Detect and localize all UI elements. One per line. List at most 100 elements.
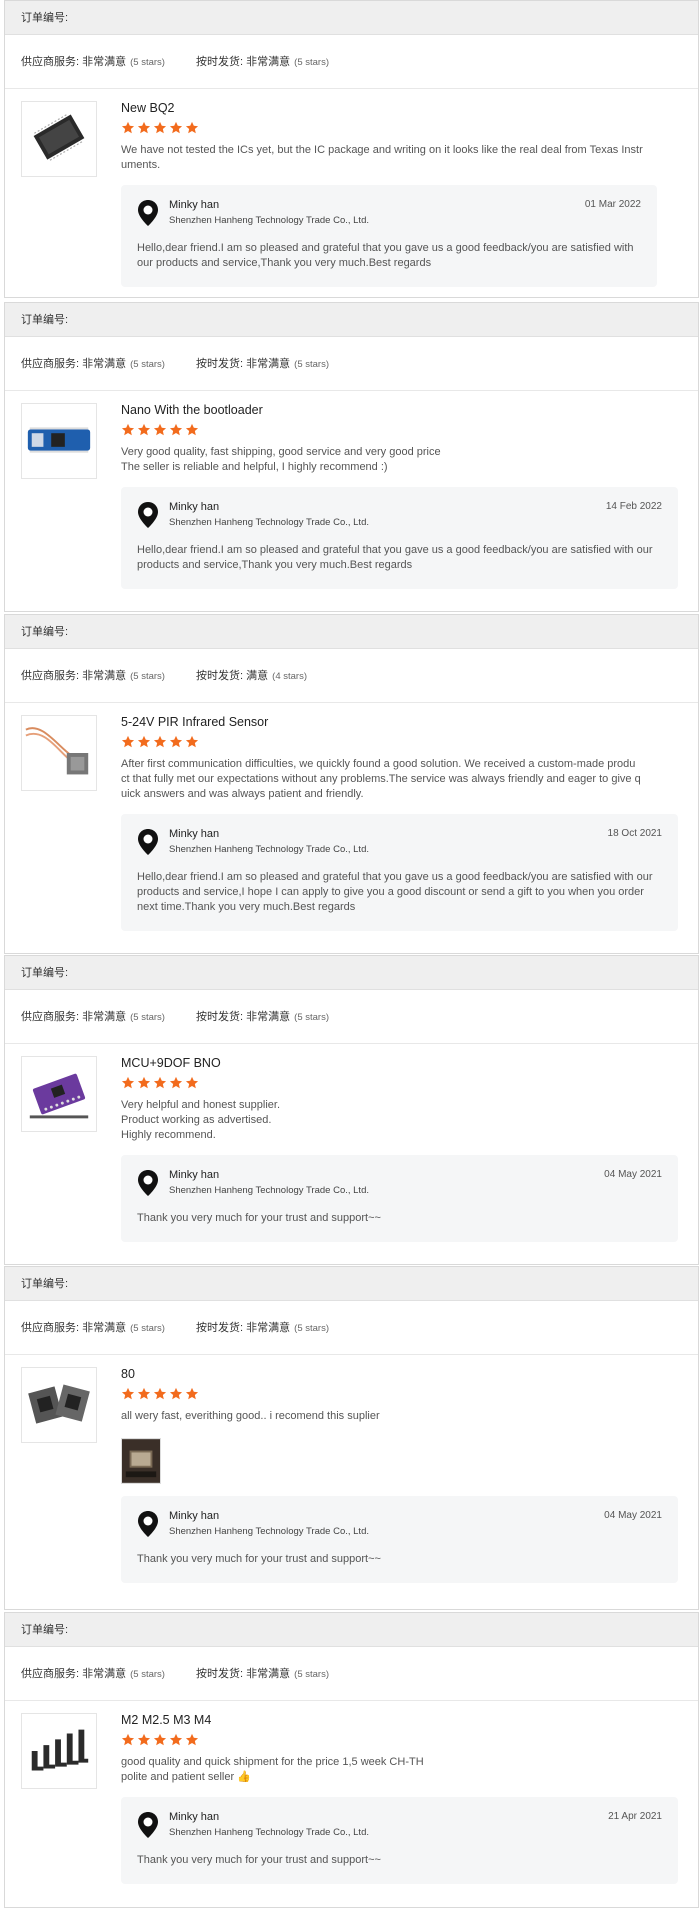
- star-icon: [169, 423, 183, 436]
- review-photo[interactable]: [121, 1438, 161, 1484]
- product-title[interactable]: 80: [121, 1367, 678, 1381]
- star-icon: [121, 423, 135, 436]
- seller-reply: Minky han Shenzhen Hanheng Technology Tr…: [121, 1496, 678, 1583]
- star-icon: [137, 1387, 151, 1400]
- star-icon: [169, 1733, 183, 1746]
- delivery-stars-note: (5 stars): [294, 1012, 329, 1023]
- star-icon: [137, 423, 151, 436]
- star-icon: [121, 735, 135, 748]
- star-rating: [121, 1387, 678, 1403]
- product-thumbnail[interactable]: [21, 1056, 97, 1132]
- delivery-stars-note: (5 stars): [294, 1669, 329, 1680]
- product-title[interactable]: 5-24V PIR Infrared Sensor: [121, 715, 678, 729]
- delivery-rating: 非常满意: [246, 1668, 291, 1680]
- delivery-rating: 非常满意: [246, 358, 291, 370]
- order-number-label: 订单编号:: [5, 1267, 698, 1301]
- seller-company: Shenzhen Hanheng Technology Trade Co., L…: [169, 1526, 369, 1537]
- reply-text: Thank you very much for your trust and s…: [137, 1553, 381, 1565]
- seller-company: Shenzhen Hanheng Technology Trade Co., L…: [169, 215, 369, 226]
- seller-reply: Minky han Shenzhen Hanheng Technology Tr…: [121, 185, 657, 287]
- on-time-label: 按时发货:: [196, 1322, 244, 1334]
- seller-name: Minky han: [169, 1169, 220, 1181]
- product-thumbnail[interactable]: [21, 403, 97, 479]
- supplier-service-label: 供应商服务:: [21, 670, 80, 682]
- product-title[interactable]: MCU+9DOF BNO: [121, 1056, 678, 1070]
- seller-name: Minky han: [169, 199, 220, 211]
- product-title[interactable]: M2 M2.5 M3 M4: [121, 1713, 678, 1727]
- supplier-rating: 非常满意: [82, 56, 127, 68]
- on-time-label: 按时发货:: [196, 358, 244, 370]
- supplier-rating: 非常满意: [82, 358, 127, 370]
- reply-text: Hello,dear friend.I am so pleased and gr…: [137, 544, 653, 571]
- review-text: Very helpful and honest supplier. Produc…: [121, 1099, 281, 1141]
- star-icon: [185, 1387, 199, 1400]
- location-pin-icon: [138, 502, 158, 528]
- product-thumbnail[interactable]: [21, 1713, 97, 1789]
- seller-reply: Minky han Shenzhen Hanheng Technology Tr…: [121, 1155, 678, 1242]
- product-title[interactable]: Nano With the bootloader: [121, 403, 678, 417]
- reply-date: 18 Oct 2021: [607, 828, 662, 839]
- on-time-label: 按时发货:: [196, 670, 244, 682]
- supplier-stars-note: (5 stars): [130, 1669, 165, 1680]
- order-number-label: 订单编号:: [5, 1613, 698, 1647]
- reply-date: 21 Apr 2021: [608, 1811, 662, 1822]
- location-pin-icon: [138, 829, 158, 855]
- product-thumbnail[interactable]: [21, 101, 97, 177]
- location-pin-icon: [138, 200, 158, 226]
- delivery-rating: 满意: [246, 670, 269, 682]
- order-number-label: 订单编号:: [5, 956, 698, 990]
- delivery-rating: 非常满意: [246, 1011, 291, 1023]
- review-card: 订单编号: 供应商服务: 非常满意 (5 stars) 按时发货: 非常满意 (5 …: [4, 1612, 699, 1908]
- order-number-label: 订单编号:: [5, 1, 698, 35]
- on-time-label: 按时发货:: [196, 1011, 244, 1023]
- rating-summary: 供应商服务: 非常满意 (5 stars) 按时发货: 非常满意 (5 stars): [5, 990, 698, 1044]
- supplier-rating: 非常满意: [82, 1011, 127, 1023]
- seller-reply: Minky han Shenzhen Hanheng Technology Tr…: [121, 814, 678, 931]
- star-icon: [121, 1387, 135, 1400]
- location-pin-icon: [138, 1170, 158, 1196]
- review-text: good quality and quick shipment for the …: [121, 1756, 424, 1783]
- delivery-stars-note: (4 stars): [272, 671, 307, 682]
- star-icon: [137, 735, 151, 748]
- star-icon: [153, 1733, 167, 1746]
- reply-text: Thank you very much for your trust and s…: [137, 1212, 381, 1224]
- product-thumbnail[interactable]: [21, 715, 97, 791]
- supplier-stars-note: (5 stars): [130, 57, 165, 68]
- star-icon: [153, 1076, 167, 1089]
- product-thumbnail[interactable]: [21, 1367, 97, 1443]
- review-card: 订单编号: 供应商服务: 非常满意 (5 stars) 按时发货: 非常满意 (5 …: [4, 955, 699, 1265]
- supplier-rating: 非常满意: [82, 670, 127, 682]
- reply-date: 04 May 2021: [604, 1510, 662, 1521]
- delivery-rating: 非常满意: [246, 56, 291, 68]
- seller-reply: Minky han Shenzhen Hanheng Technology Tr…: [121, 487, 678, 589]
- rating-summary: 供应商服务: 非常满意 (5 stars) 按时发货: 满意 (4 stars): [5, 649, 698, 703]
- supplier-stars-note: (5 stars): [130, 1012, 165, 1023]
- star-icon: [121, 1733, 135, 1746]
- reply-date: 01 Mar 2022: [584, 199, 641, 210]
- star-icon: [169, 121, 183, 134]
- star-icon: [153, 423, 167, 436]
- review-card: 订单编号: 供应商服务: 非常满意 (5 stars) 按时发货: 非常满意 (5 …: [4, 0, 699, 298]
- review-text: all wery fast, everithing good.. i recom…: [121, 1410, 380, 1422]
- star-icon: [169, 735, 183, 748]
- supplier-stars-note: (5 stars): [130, 671, 165, 682]
- star-rating: [121, 735, 678, 751]
- star-rating: [121, 121, 678, 137]
- supplier-stars-note: (5 stars): [130, 1323, 165, 1334]
- star-icon: [185, 735, 199, 748]
- review-card: 订单编号: 供应商服务: 非常满意 (5 stars) 按时发货: 满意 (4 st…: [4, 614, 699, 954]
- review-text: After first communication difficulties, …: [121, 758, 641, 800]
- on-time-label: 按时发货:: [196, 56, 244, 68]
- supplier-service-label: 供应商服务:: [21, 1668, 80, 1680]
- seller-name: Minky han: [169, 828, 220, 840]
- delivery-stars-note: (5 stars): [294, 1323, 329, 1334]
- seller-name: Minky han: [169, 501, 220, 513]
- seller-reply: Minky han Shenzhen Hanheng Technology Tr…: [121, 1797, 678, 1884]
- review-text: We have not tested the ICs yet, but the …: [121, 144, 643, 171]
- star-icon: [137, 121, 151, 134]
- reply-date: 04 May 2021: [604, 1169, 662, 1180]
- supplier-service-label: 供应商服务:: [21, 56, 80, 68]
- rating-summary: 供应商服务: 非常满意 (5 stars) 按时发货: 非常满意 (5 stars): [5, 1301, 698, 1355]
- supplier-service-label: 供应商服务:: [21, 1322, 80, 1334]
- product-title[interactable]: New BQ2: [121, 101, 678, 115]
